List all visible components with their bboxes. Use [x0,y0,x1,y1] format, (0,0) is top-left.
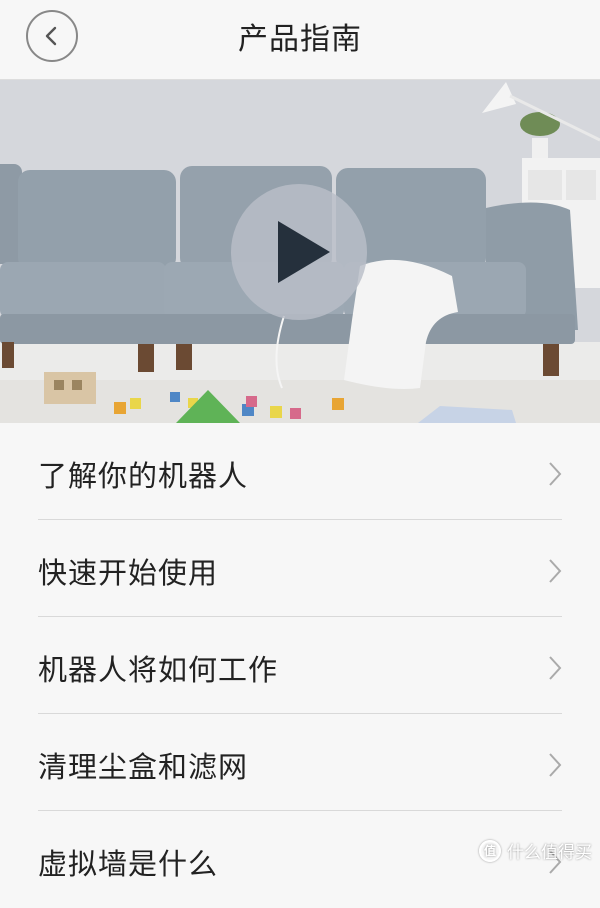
play-icon [278,221,330,283]
menu-item-how-robot-works[interactable]: 机器人将如何工作 [0,617,600,714]
chevron-right-icon [549,559,562,583]
menu-item-label: 了解你的机器人 [38,459,249,493]
menu-item-label: 清理尘盒和滤网 [38,750,249,784]
guide-menu: 了解你的机器人 快速开始使用 机器人将如何工作 清理尘盒和滤网 虚拟墙是什么 [0,423,600,908]
menu-item-label: 机器人将如何工作 [38,653,279,687]
menu-item-quick-start[interactable]: 快速开始使用 [0,520,600,617]
play-button[interactable] [231,184,367,320]
menu-item-clean-dustbin-filter[interactable]: 清理尘盒和滤网 [0,714,600,811]
chevron-right-icon [549,753,562,777]
video-player[interactable] [0,80,600,423]
menu-item-label: 快速开始使用 [38,556,219,590]
menu-item-label: 虚拟墙是什么 [38,847,219,881]
chevron-right-icon [549,656,562,680]
watermark: 值 什么值得买 [479,838,592,863]
top-bar: 产品指南 [0,0,600,80]
watermark-logo-icon: 值 [479,839,501,862]
page-title: 产品指南 [238,22,362,57]
menu-item-know-your-robot[interactable]: 了解你的机器人 [0,423,600,520]
watermark-text: 什么值得买 [507,843,592,863]
chevron-right-icon [549,462,562,486]
